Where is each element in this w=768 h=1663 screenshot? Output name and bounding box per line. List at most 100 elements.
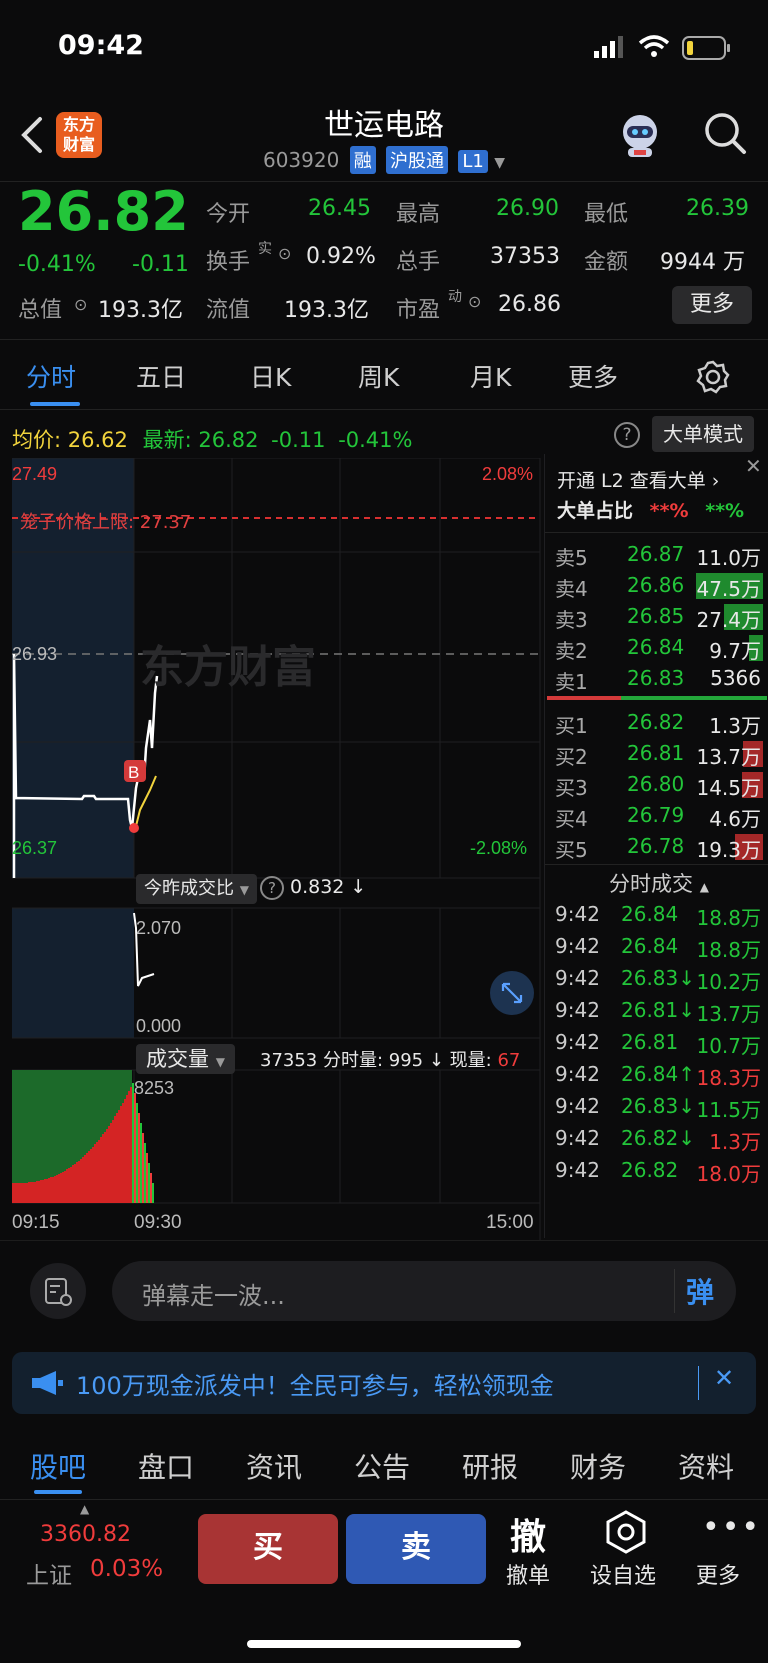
ob-divider-mid bbox=[545, 864, 768, 865]
ratio-bottom-label: 0.000 bbox=[136, 1016, 181, 1036]
ratio-help-icon[interactable]: ? bbox=[260, 876, 284, 900]
tab-forum[interactable]: 股吧 bbox=[30, 1446, 86, 1486]
index-name: 上证 bbox=[26, 1563, 72, 1589]
tab-profile[interactable]: 资料 bbox=[678, 1446, 734, 1486]
ask-row[interactable]: 卖5 26.87 11.0万 bbox=[545, 538, 768, 570]
intraday-chart[interactable]: B 东方财富 27.49 2.08% 笼子价格上限: 27.37 26.93 2… bbox=[0, 458, 544, 1240]
settings-icon[interactable] bbox=[696, 360, 730, 394]
volume-bar-shade bbox=[54, 1070, 56, 1176]
cancel-order-label[interactable]: 撤单 bbox=[506, 1558, 550, 1590]
trade-row: 9:42 26.82 18.0万 bbox=[545, 1156, 768, 1186]
price-mid-label: 26.93 bbox=[12, 644, 57, 664]
ask-row[interactable]: 卖3 26.85 27.4万 bbox=[545, 600, 768, 632]
robot-assistant-icon[interactable] bbox=[614, 110, 666, 160]
bid-row[interactable]: 买2 26.81 13.7万 bbox=[545, 737, 768, 769]
index-value[interactable]: 3360.82 bbox=[40, 1522, 131, 1547]
ask-volume: 5366 bbox=[710, 666, 761, 690]
bid-volume: 4.6万 bbox=[709, 807, 761, 831]
tab-more[interactable]: 更多 bbox=[568, 358, 618, 394]
avg-price-line bbox=[135, 775, 157, 827]
info-icon[interactable]: ⊙ bbox=[74, 295, 87, 314]
volume-bar bbox=[148, 1163, 150, 1203]
tab-financials[interactable]: 财务 bbox=[570, 1446, 626, 1486]
bid-row[interactable]: 买3 26.80 14.5万 bbox=[545, 768, 768, 800]
ask-bid-split-green bbox=[621, 696, 767, 700]
ask-row[interactable]: 卖2 26.84 9.7万 bbox=[545, 631, 768, 663]
dropdown-icon[interactable]: ▼ bbox=[494, 155, 505, 171]
tab-news[interactable]: 资讯 bbox=[246, 1446, 302, 1486]
l2-upgrade-link[interactable]: 开通 L2 查看大单 › bbox=[557, 466, 719, 493]
search-icon[interactable] bbox=[702, 110, 748, 156]
more-label[interactable]: 更多 bbox=[696, 1558, 740, 1590]
avg-label: 均价: bbox=[12, 428, 62, 452]
more-quote-button[interactable]: 更多 bbox=[672, 286, 752, 324]
trade-row: 9:42 26.83↓ 11.5万 bbox=[545, 1092, 768, 1122]
tab-intraday[interactable]: 分时 bbox=[26, 358, 76, 394]
volume-bar-shade bbox=[12, 1070, 14, 1183]
amount-label: 金额 bbox=[584, 250, 629, 275]
trades-title[interactable]: 分时成交 ▲ bbox=[609, 868, 709, 898]
danmu-toggle-button[interactable] bbox=[30, 1263, 86, 1319]
help-icon[interactable]: ? bbox=[614, 422, 640, 448]
volume-bar-shade bbox=[130, 1070, 132, 1087]
ask-price: 26.87 bbox=[627, 542, 685, 566]
tag-connect: 沪股通 bbox=[386, 146, 449, 174]
promo-close-icon[interactable]: ✕ bbox=[714, 1364, 734, 1392]
buy-button[interactable]: 买 bbox=[198, 1514, 338, 1584]
tab-five-day[interactable]: 五日 bbox=[136, 358, 186, 394]
sell-button[interactable]: 卖 bbox=[346, 1514, 486, 1584]
turnover-info-icon[interactable]: ⊙ bbox=[278, 244, 291, 263]
trade-price: 26.84 bbox=[621, 902, 679, 926]
volume-bar-shade bbox=[104, 1070, 106, 1132]
pe-info-icon[interactable]: ⊙ bbox=[468, 292, 481, 311]
big-order-ratio-red: **% bbox=[649, 500, 689, 522]
pe-value: 26.86 bbox=[498, 292, 561, 317]
ask-row[interactable]: 卖4 26.86 47.5万 bbox=[545, 569, 768, 601]
bid-row[interactable]: 买4 26.79 4.6万 bbox=[545, 799, 768, 831]
stock-header: 东方 财富 世运电路 603920 融 沪股通 L1 ▼ bbox=[0, 90, 768, 182]
volume-bar-shade bbox=[78, 1070, 80, 1161]
pre-market-shade-2 bbox=[12, 908, 134, 1038]
volume-bar-shade bbox=[122, 1070, 124, 1103]
ask-label: 卖5 bbox=[555, 546, 588, 570]
bid-row[interactable]: 买5 26.78 19.3万 bbox=[545, 830, 768, 862]
ask-row[interactable]: 卖1 26.83 5366 bbox=[545, 662, 768, 694]
tab-announcements[interactable]: 公告 bbox=[354, 1446, 410, 1486]
volume-dropdown-icon: ▼ bbox=[215, 1055, 225, 1069]
volume-value: 37353 bbox=[490, 244, 560, 269]
ask-volume: 27.4万 bbox=[696, 608, 761, 632]
promo-divider bbox=[698, 1366, 699, 1400]
danmu-input[interactable]: 弹幕走一波... 弹 bbox=[112, 1261, 736, 1321]
danmu-send-button[interactable]: 弹 bbox=[686, 1271, 714, 1311]
trade-time: 9:42 bbox=[555, 966, 600, 990]
tab-research[interactable]: 研报 bbox=[462, 1446, 518, 1486]
big-order-mode-button[interactable]: 大单模式 bbox=[652, 416, 754, 452]
volume-bar-shade bbox=[48, 1070, 50, 1178]
bid-row[interactable]: 买1 26.82 1.3万 bbox=[545, 706, 768, 738]
volume-bar-shade bbox=[64, 1070, 66, 1171]
watchlist-icon[interactable] bbox=[604, 1510, 648, 1554]
watchlist-label[interactable]: 设自选 bbox=[590, 1558, 656, 1590]
trade-price: 26.82 bbox=[621, 1158, 679, 1182]
promo-banner[interactable]: 100万现金派发中！全民可参与，轻松领现金 ✕ bbox=[12, 1352, 756, 1414]
cancel-order-icon[interactable]: 撤 bbox=[510, 1508, 546, 1560]
volume-bar bbox=[152, 1183, 154, 1203]
volume-bar-shade bbox=[38, 1070, 40, 1181]
tab-weekly-k[interactable]: 周K bbox=[358, 358, 399, 394]
ob-divider-top bbox=[545, 532, 768, 533]
tab-orderbook[interactable]: 盘口 bbox=[138, 1446, 194, 1486]
trade-volume: 18.3万 bbox=[696, 1066, 761, 1090]
volume-bar-shade bbox=[88, 1070, 90, 1151]
volume-bar-shade bbox=[26, 1070, 28, 1183]
stock-code: 603920 bbox=[262, 148, 340, 172]
volume-bar-shade bbox=[112, 1070, 114, 1120]
tab-daily-k[interactable]: 日K bbox=[250, 358, 291, 394]
trade-toolbar: ▲ 3360.82 上证 0.03% 买 卖 撤 撤单 设自选 ••• 更多 bbox=[0, 1500, 768, 1663]
volume-selector[interactable]: 成交量 ▼ bbox=[136, 1044, 235, 1074]
more-dots-icon[interactable]: ••• bbox=[702, 1510, 761, 1545]
volume-bar-shade bbox=[74, 1070, 76, 1164]
trade-row: 9:42 26.81↓ 13.7万 bbox=[545, 996, 768, 1026]
close-l2-icon[interactable]: ✕ bbox=[745, 454, 762, 478]
tab-monthly-k[interactable]: 月K bbox=[470, 358, 511, 394]
ratio-selector[interactable]: 今昨成交比 ▼ bbox=[136, 874, 257, 904]
